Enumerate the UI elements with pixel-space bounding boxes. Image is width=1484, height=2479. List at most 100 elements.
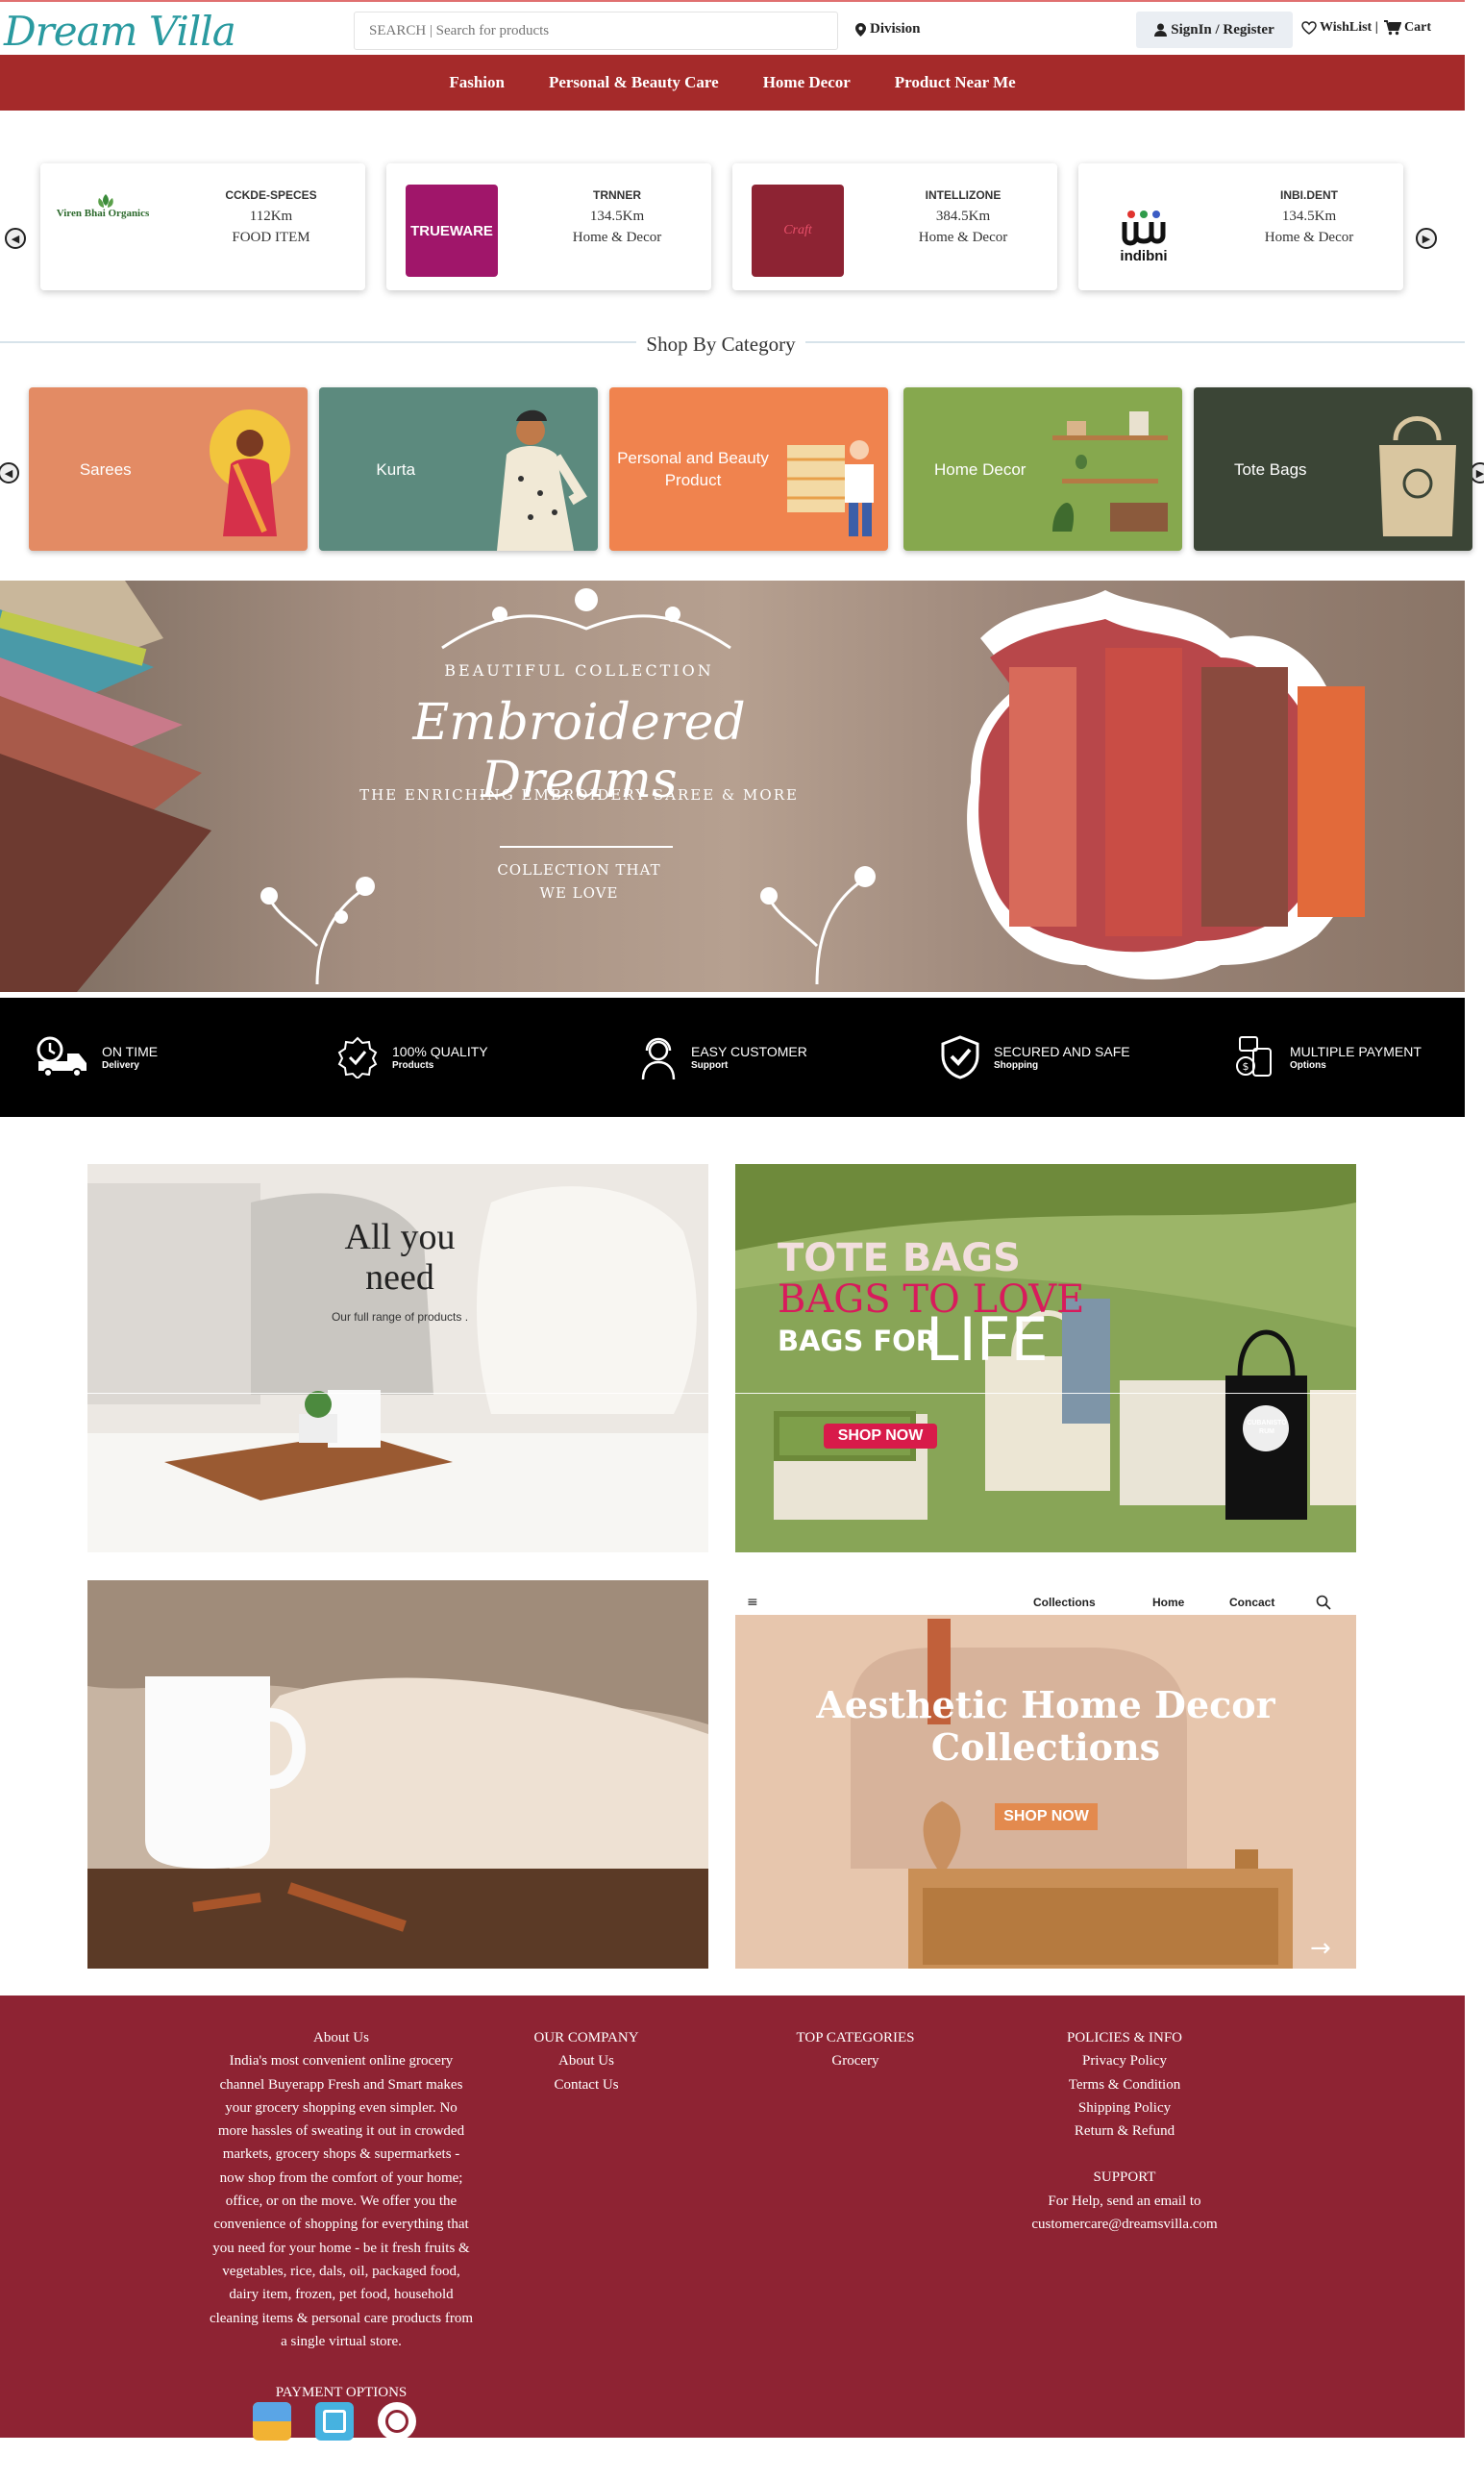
vendor-info: INBI.DENT 134.5Km Home & Decor	[1223, 185, 1396, 248]
payment-icon: $	[1236, 1036, 1272, 1077]
division-selector[interactable]: Division	[855, 21, 921, 37]
floral-ornament-icon	[760, 866, 876, 984]
search-input[interactable]	[354, 12, 838, 50]
shop-by-category-title: Shop By Category	[0, 333, 1442, 357]
decor-nav-collections[interactable]: Collections	[1033, 1596, 1096, 1609]
arrow-right-icon[interactable]: →	[1310, 1936, 1331, 1961]
vendor-card[interactable]: Craft INTELLIZONE 384.5Km Home & Decor	[732, 163, 1057, 290]
category-card-personal-beauty[interactable]: Personal and Beauty Product	[609, 387, 888, 551]
nav-item-product-near-me[interactable]: Product Near Me	[895, 73, 1016, 92]
banner-tagline-1: COLLECTION THAT	[497, 861, 661, 879]
decor-nav-contact[interactable]: Concact	[1229, 1596, 1274, 1609]
home-decor-illustration	[1052, 411, 1168, 532]
footer-about-line: more hassles of sweating it out in crowd…	[217, 2123, 465, 2140]
footer-about-line: vegetables, rice, dals, oil, packaged fo…	[222, 2263, 460, 2279]
footer-about-title: About Us	[313, 2030, 369, 2045]
feature-sub: Delivery	[102, 1060, 139, 1071]
footer-support-title: SUPPORT	[1093, 2169, 1156, 2186]
footer-support-email[interactable]: customercare@dreamsvilla.com	[990, 2213, 1259, 2236]
tote-bag-print-2: RUM	[1259, 1428, 1274, 1435]
promo-tote-line-1: TOTE BAGS	[778, 1236, 1021, 1280]
footer-link-refund[interactable]: Return & Refund	[990, 2120, 1259, 2143]
category-card-home-decor[interactable]: Home Decor	[903, 387, 1182, 551]
vendor-info: INTELLIZONE 384.5Km Home & Decor	[877, 185, 1050, 248]
feature-sub: Products	[392, 1060, 434, 1071]
footer-link-grocery[interactable]: Grocery	[769, 2049, 942, 2072]
footer-link-terms[interactable]: Terms & Condition	[990, 2073, 1259, 2096]
tote-bag-print-text: CUBANISTO RUM	[1243, 1419, 1291, 1436]
promo-tote-shop-now-button[interactable]: SHOP NOW	[824, 1424, 937, 1449]
footer-about-line: a single virtual store.	[281, 2333, 402, 2349]
nav-item-fashion[interactable]: Fashion	[449, 73, 505, 92]
vendor-card[interactable]: indibni INBI.DENT 134.5Km Home & Decor	[1078, 163, 1403, 290]
decor-title-1: Aesthetic Home Decor	[816, 1683, 1275, 1726]
decor-shop-now-button[interactable]: SHOP NOW	[995, 1803, 1098, 1830]
wishlist-link[interactable]: WishList |	[1301, 20, 1378, 36]
cart-link[interactable]: Cart	[1384, 20, 1431, 36]
promo-tote-bags[interactable]: TOTE BAGS BAGS TO LOVE BAGS FOR LIFE SHO…	[735, 1164, 1356, 1552]
decor-nav-home[interactable]: Home	[1152, 1596, 1184, 1609]
vendor-category: Home & Decor	[1264, 230, 1354, 245]
footer-about-line: your grocery shopping even simpler. No	[225, 2099, 458, 2116]
vendor-distance: 112Km	[249, 209, 293, 224]
vendor-card[interactable]: Viren Bhai Organics CCKDE-SPECES 112Km F…	[40, 163, 365, 290]
feature-quality: 100% QUALITY Products	[336, 998, 488, 1117]
hero-banner[interactable]: BEAUTIFUL COLLECTION Embroidered Dreams …	[0, 581, 1465, 992]
user-icon	[1154, 23, 1168, 37]
tote-bag-illustration	[1379, 416, 1456, 536]
banner-divider	[500, 846, 673, 848]
site-logo[interactable]: Dream Villa	[4, 8, 236, 55]
feature-sub: Support	[691, 1060, 729, 1071]
nav-item-personal-beauty[interactable]: Personal & Beauty Care	[549, 73, 719, 92]
menu-icon[interactable]: ≡	[747, 1595, 758, 1610]
footer-link-shipping[interactable]: Shipping Policy	[990, 2096, 1259, 2120]
saree-illustration	[210, 409, 290, 536]
vendor-prev-arrow[interactable]: ◀	[5, 228, 26, 249]
feature-sub: Options	[1290, 1060, 1326, 1071]
banner-subtitle: THE ENRICHING EMBROIDERY SAREE & MORE	[359, 786, 799, 804]
footer-company-title: OUR COMPANY	[533, 2030, 639, 2045]
footer-about-line: convenience of shopping for everything t…	[213, 2217, 469, 2233]
vendor-next-arrow[interactable]: ▶	[1416, 228, 1437, 249]
feature-title: MULTIPLE PAYMENT	[1290, 1044, 1422, 1059]
promo-home-decor[interactable]: ≡ Collections Home Concact Aesthetic Hom…	[735, 1580, 1356, 1969]
mug-blanket-image	[87, 1580, 708, 1969]
footer-company-column: OUR COMPANY About Us Contact Us	[509, 2026, 663, 2096]
category-card-kurta[interactable]: Kurta	[319, 387, 598, 551]
floral-ornament-icon	[441, 588, 731, 650]
payment-app-icon	[253, 2402, 291, 2441]
cart-label: Cart	[1404, 20, 1431, 35]
footer-link-contact[interactable]: Contact Us	[509, 2073, 663, 2096]
feature-title: 100% QUALITY	[392, 1044, 488, 1059]
vendor-info: CCKDE-SPECES 112Km FOOD ITEM	[185, 185, 358, 248]
footer-payment-title: PAYMENT OPTIONS	[275, 2385, 408, 2400]
delivery-truck-icon	[37, 1036, 87, 1078]
search-icon[interactable]	[1316, 1595, 1331, 1610]
svg-text:$: $	[1243, 1060, 1249, 1073]
vendor-logo-text: Viren Bhai Organics	[56, 208, 150, 219]
category-card-tote-bags[interactable]: Tote Bags	[1194, 387, 1472, 551]
category-label: Sarees	[79, 459, 132, 479]
decor-title-2: Collections	[930, 1725, 1161, 1769]
main-nav: Fashion Personal & Beauty Care Home Deco…	[0, 55, 1465, 111]
category-card-sarees[interactable]: Sarees	[29, 387, 308, 551]
footer-link-privacy[interactable]: Privacy Policy	[990, 2049, 1259, 2072]
location-pin-icon	[855, 22, 866, 37]
promo-all-you-need[interactable]: All you need Our full range of products …	[87, 1164, 708, 1552]
footer-about-line: office, or on the move. We offer you the	[225, 2194, 458, 2210]
footer-about-line: dairy item, frozen, pet food, household	[229, 2287, 454, 2303]
footer-link-about[interactable]: About Us	[509, 2049, 663, 2072]
footer-about-line: you need for your home - be it fresh fru…	[212, 2240, 470, 2256]
nav-item-home-decor[interactable]: Home Decor	[763, 73, 851, 92]
footer-about-line: cleaning items & personal care products …	[209, 2310, 474, 2326]
vendor-distance: 134.5Km	[589, 209, 645, 224]
promo-tote-line-3: BAGS FOR	[778, 1325, 938, 1357]
vendor-distance: 384.5Km	[935, 209, 991, 224]
vendor-card[interactable]: TRUEWARE TRNNER 134.5Km Home & Decor	[386, 163, 711, 290]
payment-upi-icon	[378, 2402, 416, 2441]
quality-badge-icon	[337, 1036, 378, 1078]
footer-about-line: channel Buyerapp Fresh and Smart makes	[219, 2076, 463, 2093]
category-prev-arrow[interactable]: ◀	[0, 462, 19, 483]
promo-mug[interactable]	[87, 1580, 708, 1969]
signin-register-button[interactable]: SignIn / Register	[1136, 12, 1293, 48]
